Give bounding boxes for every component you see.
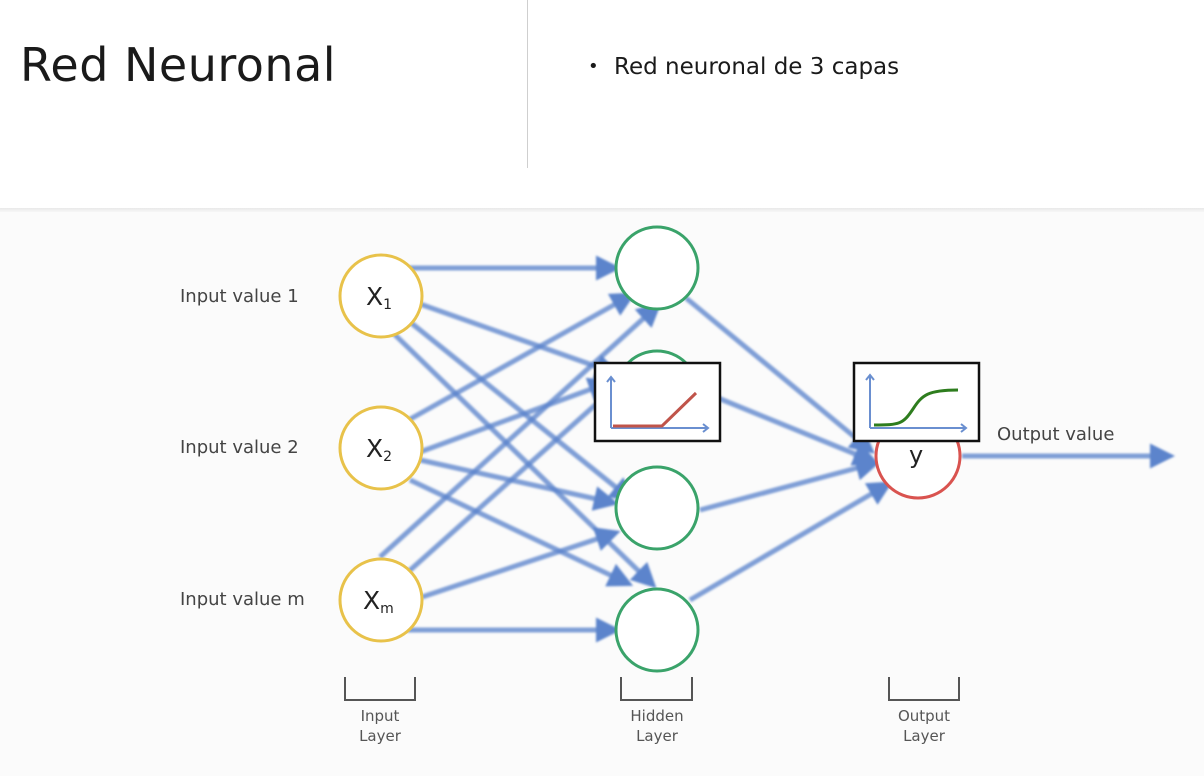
bullet-icon: •	[588, 56, 599, 77]
input-label-2: Input value 2	[180, 437, 299, 458]
hidden-layer-bracket	[620, 677, 693, 701]
hidden-node-3	[614, 465, 700, 551]
hidden-layer-nodes	[614, 225, 700, 673]
hidden-layer-label-line2: Layer	[636, 727, 679, 745]
network-svg: X1 X2 Xm Input value 1 Input value 2 Inp…	[180, 225, 1175, 745]
input-layer-bracket	[344, 677, 416, 701]
input-node-m	[338, 557, 424, 643]
slide-header: Red Neuronal • Red neuronal de 3 capas	[0, 0, 1204, 210]
sigmoid-activation-box	[852, 361, 981, 443]
connections	[378, 255, 1175, 643]
input-layer-label-line2: Layer	[359, 727, 402, 745]
hidden-layer-label-line1: Hidden	[630, 707, 683, 725]
header-divider	[527, 0, 528, 168]
slide-title: Red Neuronal	[20, 38, 337, 92]
hidden-node-1	[614, 225, 700, 311]
input-label-1: Input value 1	[180, 286, 299, 307]
output-layer-label-line2: Layer	[903, 727, 946, 745]
input-layer-label-line1: Input	[361, 707, 400, 725]
input-layer-nodes: X1 X2 Xm	[338, 253, 424, 643]
layer-labels: Input Layer Hidden Layer Output Layer	[359, 707, 950, 745]
output-value-label: Output value	[997, 424, 1114, 445]
connection-arrow	[699, 456, 881, 513]
bullet-list: • Red neuronal de 3 capas	[588, 54, 899, 80]
output-layer-bracket	[888, 677, 960, 701]
input-label-m: Input value m	[180, 589, 305, 610]
neural-network-diagram: X1 X2 Xm Input value 1 Input value 2 Inp…	[0, 212, 1204, 776]
layer-brackets	[344, 677, 960, 701]
bullet-item: • Red neuronal de 3 capas	[588, 54, 899, 80]
relu-activation-box	[593, 361, 722, 443]
bullet-text: Red neuronal de 3 capas	[614, 54, 900, 80]
output-node-symbol: y	[909, 441, 923, 469]
hidden-node-4	[614, 587, 700, 673]
output-layer-label-line1: Output	[898, 707, 950, 725]
connection-arrow	[421, 527, 621, 600]
